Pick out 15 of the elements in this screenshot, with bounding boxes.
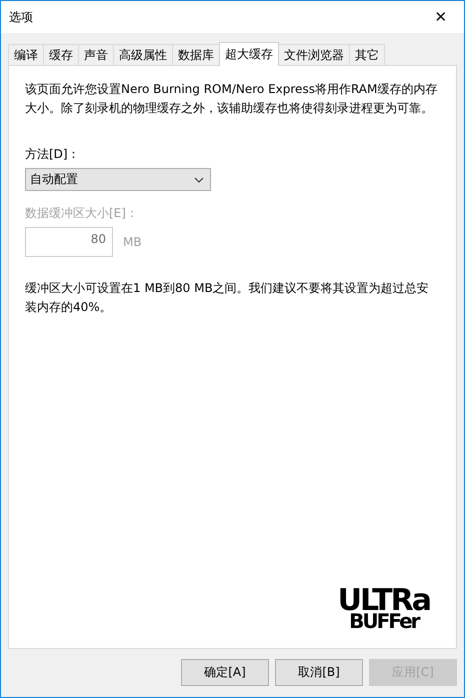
method-dropdown[interactable]: 自动配置	[25, 168, 211, 191]
close-button[interactable]: ✕	[418, 1, 464, 33]
dialog-button[interactable]: 确定[A]	[181, 659, 269, 686]
unit-label: MB	[123, 235, 142, 249]
description-text: 该页面允许您设置Nero Burning ROM/Nero Express将用作RAM缓存的内存大小。除了刻录机的物理缓存之外，该辅助缓存也将使得刻录进程更为可靠。	[25, 81, 438, 117]
window-title: 选项	[9, 8, 33, 26]
chevron-icon	[194, 176, 204, 182]
tab[interactable]: 编译	[8, 44, 44, 65]
method-label: 方法[D]：	[25, 146, 81, 163]
dialog-button[interactable]: 取消[B]	[275, 659, 363, 686]
ultra-buffer-logo: ULTRa BUFFer	[338, 588, 430, 630]
tab[interactable]: 其它	[349, 44, 385, 65]
buffer-size-label: 数据缓冲区大小[E]：	[25, 205, 139, 222]
note-text: 缓冲区大小可设置在1 MB到80 MB之间。我们建议不要将其设置为超过总安装内存的40%。	[25, 280, 430, 316]
tab[interactable]: 超大缓存	[219, 42, 279, 66]
